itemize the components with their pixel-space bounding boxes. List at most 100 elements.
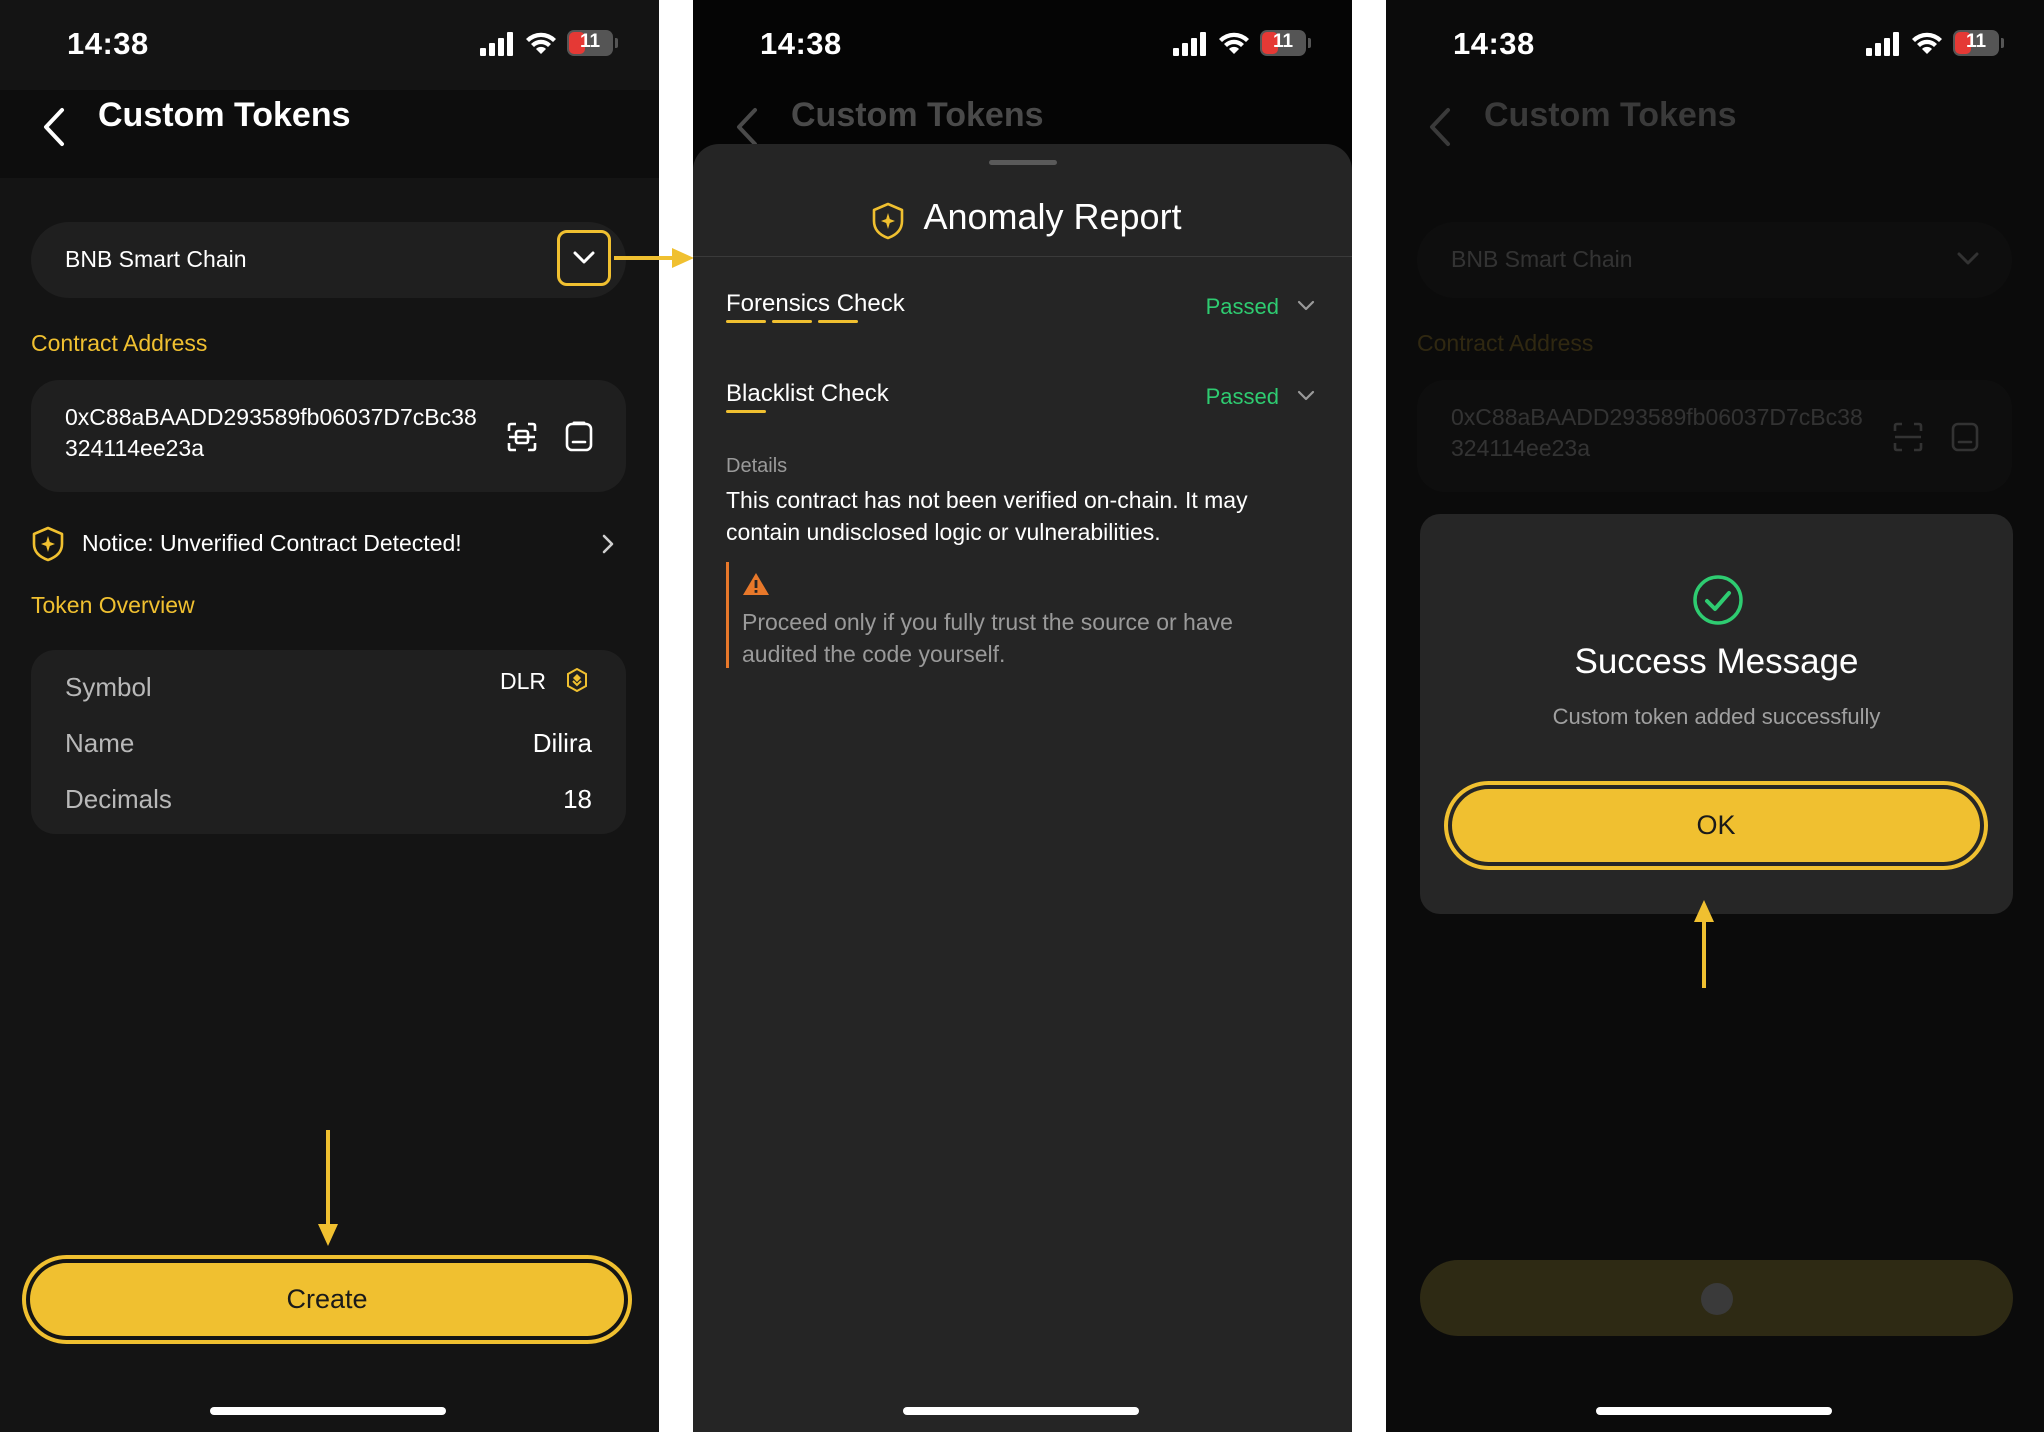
annotation-arrow-shaft [1702, 918, 1706, 988]
network-select-value: BNB Smart Chain [1451, 246, 1633, 272]
name-key: Name [65, 728, 135, 758]
symbol-key: Symbol [65, 672, 152, 702]
underline-dash [772, 320, 812, 323]
scan-qr-icon[interactable] [507, 422, 537, 452]
overview-row-name: Name Dilira [65, 722, 592, 762]
overview-row-symbol: Symbol DLR [65, 666, 592, 706]
battery-level: 11 [1965, 31, 1987, 52]
screenshot-stage: 14:38 11 Custom Tokens BNB Smart Chain C… [0, 0, 2044, 1432]
annotation-arrow-shaft [614, 256, 680, 260]
notice-text: Notice: Unverified Contract Detected! [82, 530, 462, 556]
wifi-icon [526, 32, 556, 54]
status-time: 14:38 [67, 26, 149, 61]
status-bar: 14:38 11 [1386, 0, 2044, 90]
battery-level: 11 [1272, 31, 1294, 52]
paste-icon[interactable] [565, 420, 593, 452]
decimals-value: 18 [563, 784, 592, 814]
shield-icon [32, 526, 64, 562]
underline-dash [726, 320, 766, 323]
battery-icon: 11 [1953, 30, 2004, 56]
phone-custom-tokens-form: 14:38 11 Custom Tokens BNB Smart Chain C… [0, 0, 659, 1432]
divider [693, 256, 1352, 257]
contract-address-label: Contract Address [31, 330, 208, 356]
loading-spinner [1701, 1283, 1733, 1315]
status-bar: 14:38 11 [0, 0, 659, 90]
status-time: 14:38 [760, 26, 842, 61]
phone-anomaly-report: 14:38 11 Custom Tokens Anomaly Report Fo… [693, 0, 1352, 1432]
chevron-down-icon [573, 251, 595, 264]
sheet-title-text: Anomaly Report [923, 196, 1182, 237]
chevron-down-icon [1957, 252, 1979, 265]
contract-address-value: 0xC88aBAADD293589fb06037D7cBc38324114ee2… [65, 404, 477, 461]
page-title: Custom Tokens [791, 96, 1044, 134]
underline-dash [818, 320, 858, 323]
page-title: Custom Tokens [98, 96, 351, 134]
check-name: Forensics Check [726, 290, 905, 317]
contract-address-field[interactable]: 0xC88aBAADD293589fb06037D7cBc38324114ee2… [31, 380, 626, 492]
battery-icon: 11 [567, 30, 618, 56]
anomaly-report-sheet: Anomaly Report Forensics Check Passed Bl… [693, 144, 1352, 1432]
cellular-signal-icon [480, 32, 514, 56]
contract-address-field: 0xC88aBAADD293589fb06037D7cBc38324114ee2… [1417, 380, 2012, 492]
sheet-title: Anomaly Report [693, 196, 1352, 238]
battery-icon: 11 [1260, 30, 1311, 56]
dialog-title: Success Message [1574, 642, 1859, 681]
warning-text: Proceed only if you fully trust the sour… [742, 609, 1233, 667]
overview-row-decimals: Decimals 18 [65, 778, 592, 818]
details-label: Details [726, 455, 788, 477]
sheet-grab-handle[interactable] [989, 160, 1057, 165]
underline-dash [726, 410, 766, 413]
success-dialog: Success Message Custom token added succe… [1420, 514, 2013, 914]
warning-triangle-icon [743, 573, 769, 595]
annotation-arrow-head-down-icon [318, 1224, 338, 1246]
create-button-disabled [1420, 1260, 2013, 1336]
create-button[interactable]: Create [22, 1255, 632, 1344]
check-status: Passed [1205, 384, 1279, 409]
forensics-check-row[interactable]: Forensics Check Passed [726, 280, 1319, 330]
wifi-icon [1912, 32, 1942, 54]
home-indicator [210, 1407, 446, 1415]
network-select-value: BNB Smart Chain [65, 246, 247, 272]
status-time: 14:38 [1453, 26, 1535, 61]
chevron-down-icon [1297, 390, 1315, 401]
warning-callout: Proceed only if you fully trust the sour… [726, 562, 1306, 668]
scan-qr-icon [1893, 422, 1923, 452]
phone-success-dialog: 14:38 11 Custom Tokens BNB Smart Chain C… [1386, 0, 2044, 1432]
name-value: Dilira [532, 728, 592, 758]
unverified-contract-notice[interactable]: Notice: Unverified Contract Detected! [31, 522, 626, 566]
back-arrow-icon [1430, 108, 1450, 146]
home-indicator [1596, 1407, 1832, 1415]
nav-header: Custom Tokens [0, 90, 659, 178]
paste-icon [1951, 422, 1979, 452]
blacklist-check-row[interactable]: Blacklist Check Passed [726, 370, 1319, 420]
symbol-value: DLR [499, 668, 546, 694]
page-title: Custom Tokens [1484, 96, 1737, 134]
ok-button[interactable]: OK [1444, 781, 1988, 870]
wifi-icon [1219, 32, 1249, 54]
token-overview-card: Symbol DLR Name Dilira Decimals 18 [31, 650, 626, 834]
cellular-signal-icon [1173, 32, 1207, 56]
contract-address-value: 0xC88aBAADD293589fb06037D7cBc38324114ee2… [1451, 404, 1863, 461]
network-select: BNB Smart Chain [1417, 222, 2012, 298]
check-name: Blacklist Check [726, 380, 889, 407]
back-arrow-icon[interactable] [38, 102, 74, 152]
status-bar: 14:38 11 [693, 0, 1352, 90]
annotation-arrow-head-right-icon [672, 248, 694, 268]
network-dropdown-button[interactable] [557, 230, 611, 286]
bnb-coin-icon [567, 668, 587, 692]
dialog-message: Custom token added successfully [1552, 704, 1881, 729]
chevron-right-icon [602, 534, 614, 554]
details-text: This contract has not been verified on-c… [726, 487, 1248, 545]
nav-header-dimmed: Custom Tokens [1386, 90, 2044, 178]
check-circle-icon [1693, 575, 1743, 625]
decimals-key: Decimals [65, 784, 172, 814]
ok-button-label: OK [1452, 789, 1980, 862]
annotation-arrow-shaft [326, 1130, 330, 1230]
token-overview-label: Token Overview [31, 592, 195, 618]
check-status: Passed [1205, 294, 1279, 319]
create-button-label: Create [30, 1263, 624, 1336]
cellular-signal-icon [1866, 32, 1900, 56]
battery-level: 11 [579, 31, 601, 52]
network-select[interactable]: BNB Smart Chain [31, 222, 626, 298]
home-indicator [903, 1407, 1139, 1415]
